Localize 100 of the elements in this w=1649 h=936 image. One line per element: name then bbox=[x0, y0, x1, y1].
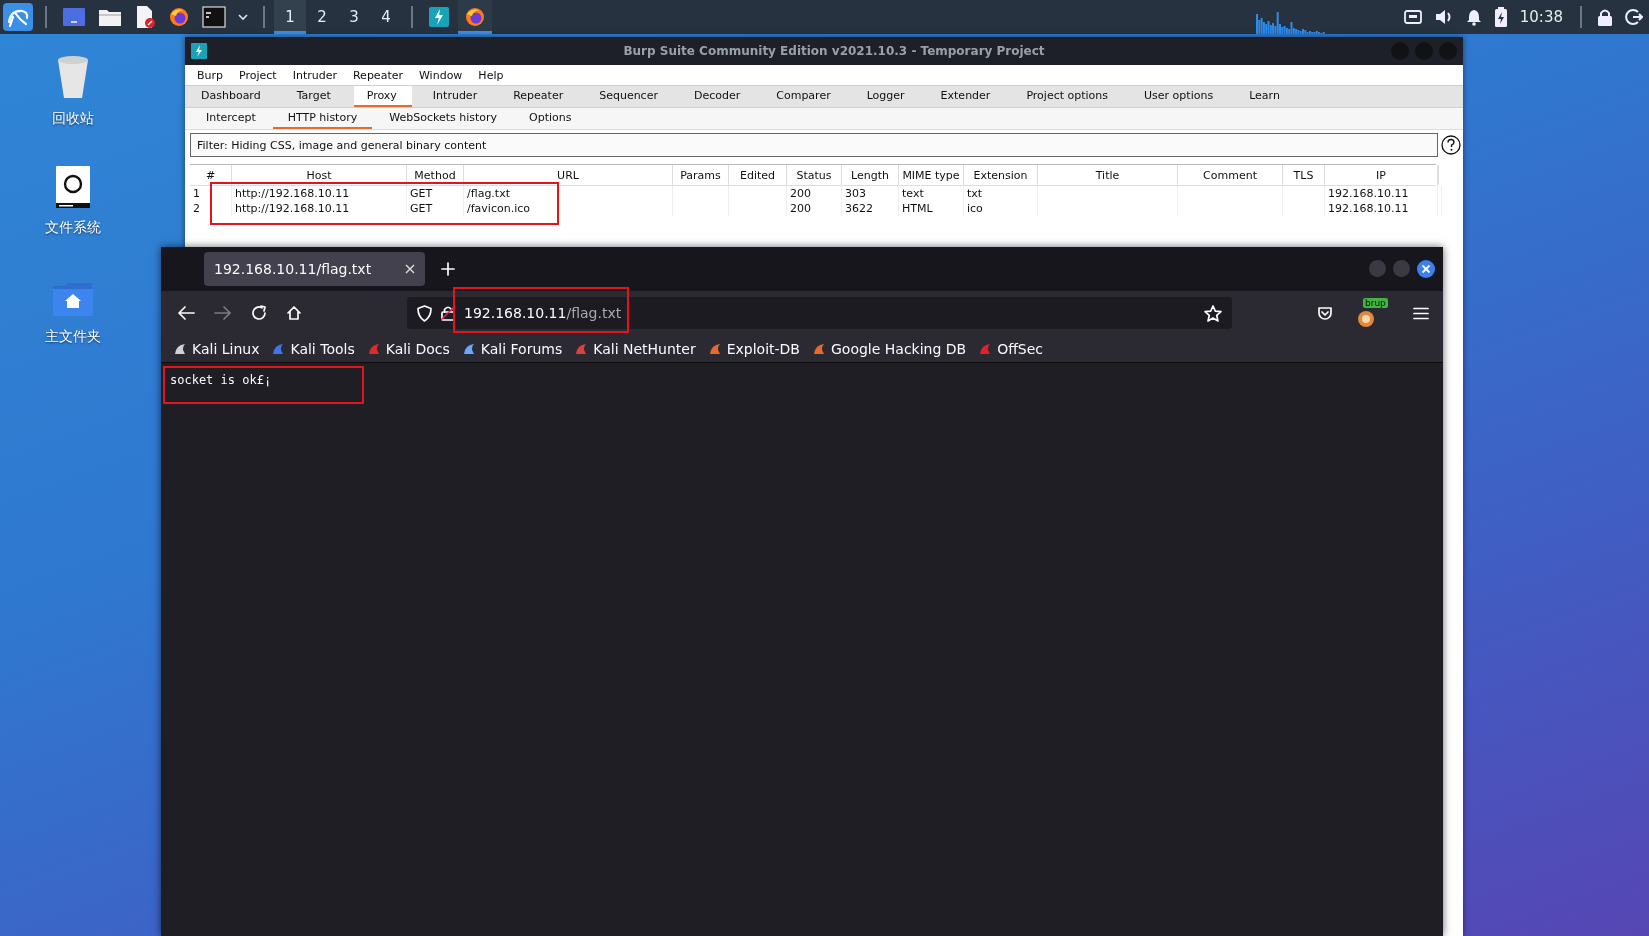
workspace-button[interactable]: 1 bbox=[274, 0, 306, 34]
window-title: Burp Suite Community Edition v2021.10.3 - Temporary Project bbox=[622, 44, 1045, 58]
reload-icon[interactable] bbox=[251, 305, 267, 321]
text-editor-icon[interactable] bbox=[134, 5, 156, 29]
bookmark[interactable]: Kali NetHunter bbox=[574, 340, 696, 357]
workspace-button[interactable]: 3 bbox=[338, 0, 370, 34]
column-header[interactable]: URL bbox=[464, 165, 673, 185]
home-icon[interactable] bbox=[286, 305, 302, 321]
tab[interactable]: Repeater bbox=[500, 86, 579, 107]
battery-icon[interactable] bbox=[1493, 6, 1508, 28]
tab[interactable]: Dashboard bbox=[188, 86, 276, 107]
table-cell: 303 bbox=[842, 186, 899, 201]
bookmark[interactable]: Exploit-DB bbox=[707, 340, 800, 357]
column-header[interactable]: Status bbox=[787, 165, 842, 185]
table-cell: GET bbox=[407, 186, 464, 201]
close-button[interactable] bbox=[1417, 260, 1435, 278]
tab[interactable]: User options bbox=[1131, 86, 1229, 107]
tab[interactable]: Project options bbox=[1013, 86, 1124, 107]
bookmark[interactable]: Kali Docs bbox=[366, 340, 450, 357]
column-header[interactable]: Edited bbox=[729, 165, 787, 185]
desktop-icon-label[interactable]: 主文件夹 bbox=[45, 328, 101, 346]
tab[interactable]: HTTP history bbox=[272, 108, 373, 129]
tab[interactable]: Decoder bbox=[680, 86, 756, 107]
desktop-icon[interactable] bbox=[62, 6, 86, 28]
home-folder-icon[interactable] bbox=[52, 282, 94, 318]
table-cell: /flag.txt bbox=[464, 186, 673, 201]
drive-icon[interactable] bbox=[54, 165, 92, 209]
menu-item[interactable]: Help bbox=[470, 68, 512, 82]
table-cell: 200 bbox=[787, 186, 842, 201]
address-bar[interactable]: 192.168.10.11/flag.txt bbox=[407, 297, 1232, 329]
clock: 10:38 bbox=[1519, 8, 1563, 26]
logout-icon[interactable] bbox=[1625, 8, 1643, 26]
bookmark[interactable]: Kali Tools bbox=[271, 340, 355, 357]
back-icon[interactable] bbox=[177, 305, 195, 321]
help-icon[interactable] bbox=[1441, 135, 1461, 155]
tab-title: 192.168.10.11/flag.txt bbox=[214, 261, 373, 277]
page-text: socket is ok£¡ bbox=[170, 373, 272, 387]
table-cell: txt bbox=[964, 186, 1038, 201]
tab[interactable]: Extender bbox=[927, 86, 1006, 107]
column-header[interactable]: Method bbox=[407, 165, 464, 185]
desktop-icon-label[interactable]: 回收站 bbox=[52, 110, 94, 128]
tab[interactable]: Learn bbox=[1236, 86, 1295, 107]
close-icon[interactable] bbox=[405, 264, 415, 274]
new-tab-icon[interactable] bbox=[441, 262, 455, 276]
firefox-icon[interactable] bbox=[168, 6, 190, 28]
bookmark-icon bbox=[461, 341, 476, 356]
menu-icon[interactable] bbox=[1413, 306, 1429, 320]
bookmark-icon bbox=[812, 341, 826, 356]
tab[interactable]: Target bbox=[283, 86, 346, 107]
desktop-icon-label[interactable]: 文件系统 bbox=[45, 219, 101, 237]
network-icon[interactable] bbox=[1403, 9, 1422, 25]
tab[interactable]: Options bbox=[514, 108, 587, 129]
column-header[interactable]: TLS bbox=[1283, 165, 1325, 185]
extension-badge: brup bbox=[1363, 298, 1388, 308]
terminal-icon[interactable] bbox=[202, 6, 226, 28]
bookmark[interactable]: OffSec bbox=[978, 340, 1044, 357]
bookmark[interactable]: Kali Forums bbox=[461, 340, 563, 357]
lock-icon[interactable] bbox=[1597, 8, 1613, 26]
column-header[interactable]: Host bbox=[232, 165, 407, 185]
tab[interactable]: WebSockets history bbox=[374, 108, 513, 129]
shield-icon bbox=[417, 304, 432, 322]
tab[interactable]: Intruder bbox=[419, 86, 493, 107]
lock-icon bbox=[441, 305, 455, 321]
extension-button[interactable]: brup bbox=[1355, 298, 1391, 328]
taskbar-window-button[interactable] bbox=[458, 0, 492, 34]
tab[interactable]: Proxy bbox=[353, 86, 412, 107]
tab[interactable]: Comparer bbox=[763, 86, 846, 107]
bookmark[interactable]: Kali Linux bbox=[173, 340, 260, 357]
browser-tab[interactable]: 192.168.10.11/flag.txt bbox=[204, 252, 425, 286]
bookmark-icon bbox=[707, 341, 722, 356]
column-header[interactable]: Extension bbox=[964, 165, 1038, 185]
bell-icon[interactable] bbox=[1465, 8, 1482, 26]
menu-item[interactable]: Window bbox=[411, 68, 471, 82]
table-cell: 1 bbox=[190, 186, 232, 201]
filter-bar[interactable]: Filter: Hiding CSS, image and general binary content bbox=[190, 133, 1438, 157]
kali-menu-icon[interactable] bbox=[2, 2, 34, 32]
bookmark-star-icon[interactable] bbox=[1204, 304, 1222, 322]
tab[interactable]: Sequencer bbox=[586, 86, 673, 107]
pocket-icon[interactable] bbox=[1317, 305, 1333, 321]
bookmark[interactable]: Google Hacking DB bbox=[812, 340, 967, 357]
column-header[interactable]: Params bbox=[673, 165, 729, 185]
table-cell: http://192.168.10.11 bbox=[232, 186, 407, 201]
table-cell: 192.168.10.11 bbox=[1325, 186, 1438, 201]
column-header[interactable]: MIME type bbox=[899, 165, 964, 185]
column-header[interactable]: Title bbox=[1038, 165, 1178, 185]
column-header[interactable]: IP bbox=[1325, 165, 1438, 185]
table-cell: /favicon.ico bbox=[464, 201, 673, 216]
tab[interactable]: Logger bbox=[853, 86, 920, 107]
workspace-button[interactable]: 2 bbox=[306, 0, 338, 34]
url-text: 192.168.10.11/flag.txt bbox=[464, 305, 622, 321]
column-header[interactable]: Length bbox=[842, 165, 899, 185]
column-header[interactable]: # bbox=[190, 165, 232, 185]
workspace-button[interactable]: 4 bbox=[370, 0, 402, 34]
menu-item[interactable]: Burp bbox=[189, 68, 232, 82]
column-header[interactable]: Comment bbox=[1178, 165, 1283, 185]
tab[interactable]: Intercept bbox=[191, 108, 271, 129]
menu-item[interactable]: Intruder bbox=[284, 68, 345, 82]
menu-item[interactable]: Repeater bbox=[344, 68, 411, 82]
menu-item[interactable]: Project bbox=[231, 68, 285, 82]
caret-icon[interactable] bbox=[238, 13, 248, 21]
